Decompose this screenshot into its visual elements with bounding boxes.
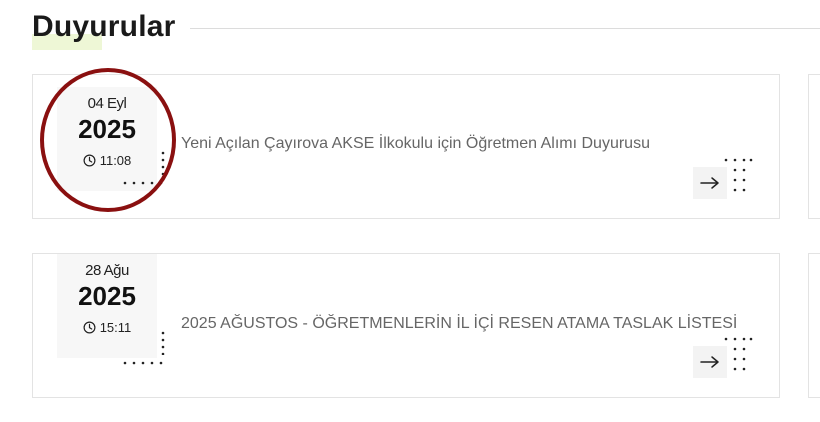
clock-icon <box>83 321 96 334</box>
section-title: Duyurular <box>32 10 176 43</box>
date-box: 04 Eyl 2025 11:08 <box>57 87 157 191</box>
dots-grid-decoration <box>724 337 753 371</box>
next-card-edge[interactable] <box>808 253 820 398</box>
date-box: 28 Ağu 2025 15:11 <box>57 254 157 358</box>
date-year: 2025 <box>78 114 136 144</box>
open-announcement-button[interactable] <box>693 346 727 378</box>
dots-vertical-decoration <box>161 151 165 175</box>
arrow-right-icon <box>700 177 719 189</box>
announcement-card[interactable]: 04 Eyl 2025 11:08 Yeni Açılan Çayırova A… <box>32 74 780 219</box>
time-text: 15:11 <box>99 320 132 335</box>
next-card-edge[interactable] <box>808 74 820 219</box>
date-day-month: 04 Eyl <box>87 95 127 112</box>
announcement-card[interactable]: 28 Ağu 2025 15:11 2025 AĞUSTOS - ÖĞRETME… <box>32 253 780 398</box>
dots-vertical-decoration <box>161 331 165 355</box>
time-text: 11:08 <box>99 153 132 168</box>
open-announcement-button[interactable] <box>693 167 727 199</box>
clock-icon <box>83 154 96 167</box>
dots-horizontal-decoration <box>123 361 163 365</box>
announcement-title[interactable]: Yeni Açılan Çayırova AKSE İlkokulu için … <box>181 135 650 153</box>
title-divider <box>190 28 820 29</box>
arrow-right-icon <box>700 356 719 368</box>
announcement-title[interactable]: 2025 AĞUSTOS - ÖĞRETMENLERİN İL İÇİ RESE… <box>181 315 737 333</box>
date-year: 2025 <box>78 281 136 311</box>
date-day-month: 28 Ağu <box>85 262 129 279</box>
dots-grid-decoration <box>724 158 753 192</box>
dots-horizontal-decoration <box>123 181 163 185</box>
section-header: Duyurular <box>32 8 820 52</box>
date-time: 11:08 <box>83 153 132 168</box>
date-time: 15:11 <box>83 320 132 335</box>
